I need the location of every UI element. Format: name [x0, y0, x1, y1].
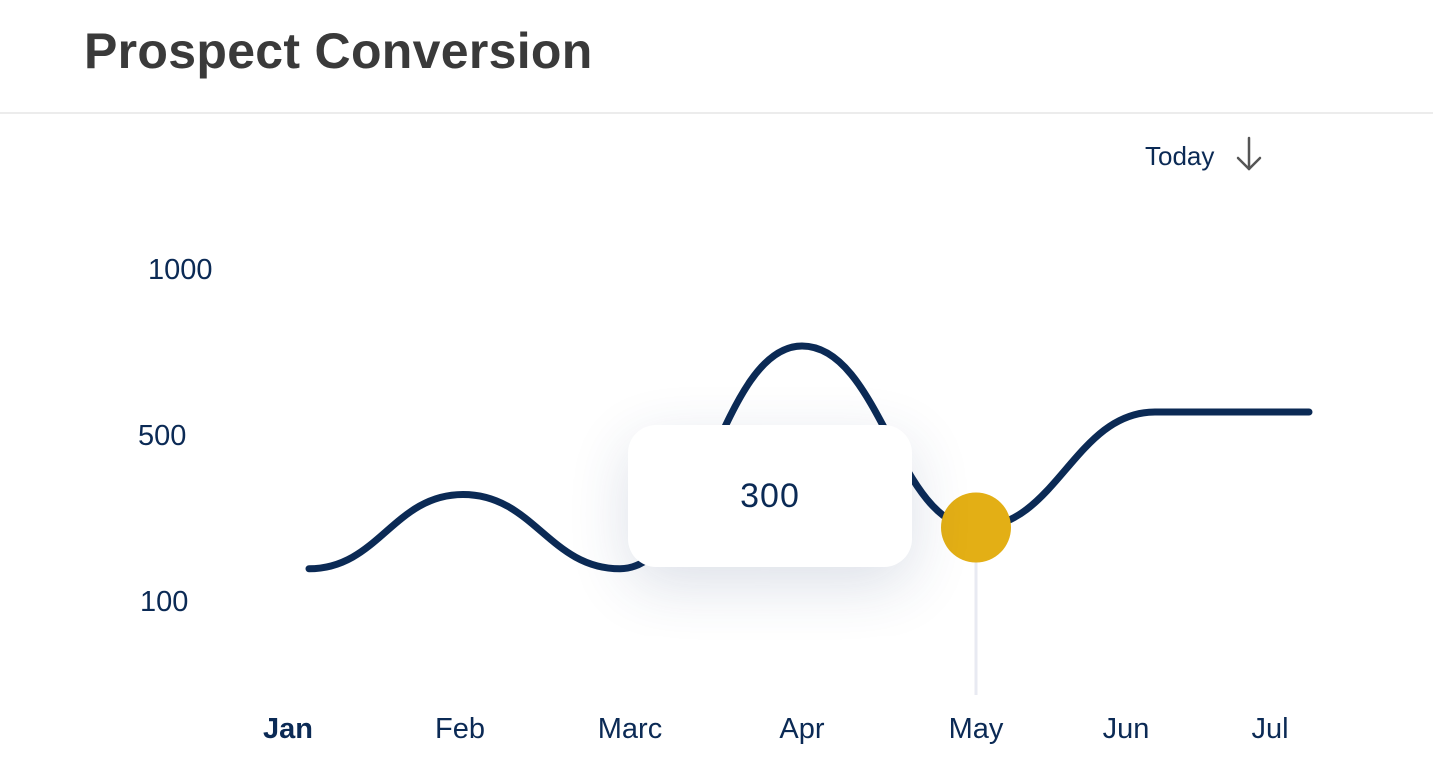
x-tick-label[interactable]: Jun — [1103, 713, 1150, 745]
tooltip-value: 300 — [740, 476, 800, 515]
x-axis: Jan Feb Marc Apr May Jun Jul — [263, 713, 1289, 745]
value-tooltip: 300 — [628, 425, 912, 567]
y-tick-label: 100 — [140, 586, 188, 618]
y-tick-label: 500 — [138, 420, 186, 452]
y-tick-label: 1000 — [148, 254, 213, 286]
x-tick-label[interactable]: Apr — [779, 713, 824, 745]
x-tick-label[interactable]: Marc — [598, 713, 662, 745]
highlight-point[interactable] — [941, 492, 1011, 563]
x-tick-label[interactable]: Jul — [1251, 713, 1288, 745]
y-axis: 1000 500 100 — [138, 254, 213, 618]
line-chart: 1000 500 100 Jan Feb Marc Apr May Jun Jul — [138, 254, 1313, 745]
x-tick-label[interactable]: Jan — [263, 713, 313, 745]
x-tick-label[interactable]: May — [949, 713, 1004, 745]
x-tick-label[interactable]: Feb — [435, 713, 485, 745]
